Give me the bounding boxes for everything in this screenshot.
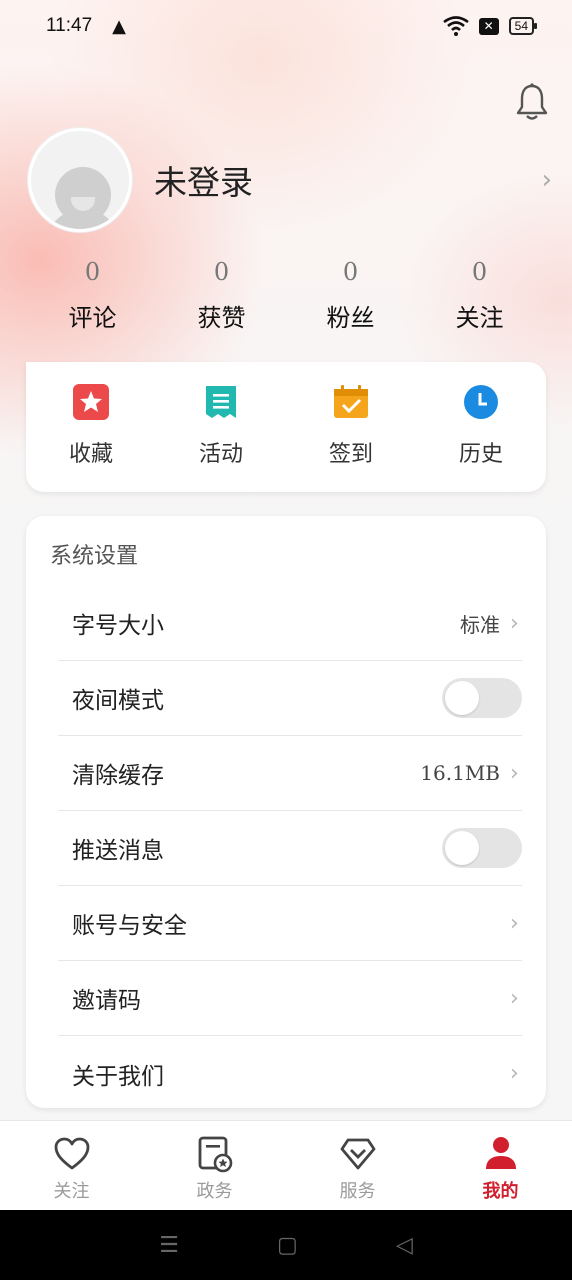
status-time: 11:47 [46, 15, 93, 36]
setting-label: 关于我们 [72, 1063, 164, 1090]
avatar[interactable] [28, 128, 132, 232]
quick-actions-card: 收藏 活动 签到 历史 [26, 362, 546, 492]
setting-push-messages: 推送消息 [58, 811, 522, 886]
menu-icon[interactable]: ☰ [159, 1233, 179, 1258]
bottom-tab-bar: 关注 政务 服务 我的 [0, 1120, 572, 1210]
stat-label: 关注 [455, 304, 504, 332]
tab-label: 我的 [482, 1181, 519, 1202]
profile-row[interactable]: 未登录 › [28, 128, 552, 232]
tab-label: 服务 [339, 1181, 376, 1202]
stat-label: 评论 [68, 304, 117, 332]
chevron-right-icon: › [541, 165, 552, 195]
calendar-check-icon [333, 384, 369, 420]
quick-action-checkin[interactable]: 签到 [286, 362, 416, 492]
chevron-right-icon: › [510, 1061, 519, 1086]
settings-title: 系统设置 [50, 544, 139, 569]
settings-card: 系统设置 字号大小 标准 › 夜间模式 清除缓存 16.1MB › 推送消息 账… [26, 516, 546, 1108]
stat-number: 0 [342, 258, 359, 286]
setting-label: 清除缓存 [72, 763, 164, 789]
setting-font-size[interactable]: 字号大小 标准 › [58, 586, 522, 661]
toggle-knob [445, 681, 479, 715]
stat-label: 获赞 [197, 304, 246, 332]
quick-action-label: 活动 [198, 442, 243, 467]
settings-list: 字号大小 标准 › 夜间模式 清除缓存 16.1MB › 推送消息 账号与安全 … [58, 586, 522, 1111]
quick-action-label: 签到 [328, 442, 373, 467]
system-nav-bar: ☰ ▢ ◁ [0, 1210, 572, 1280]
stat-fans[interactable]: 0 粉丝 [286, 252, 415, 333]
setting-label: 邀请码 [72, 988, 141, 1014]
setting-clear-cache[interactable]: 清除缓存 16.1MB › [58, 736, 522, 811]
star-icon [73, 384, 109, 420]
stats-row: 0 评论 0 获赞 0 粉丝 0 关注 [28, 252, 544, 333]
quick-action-history[interactable]: 历史 [416, 362, 546, 492]
chevron-right-icon: › [510, 910, 519, 936]
quick-action-favorites[interactable]: 收藏 [26, 362, 156, 492]
back-icon[interactable]: ◁ [396, 1233, 413, 1258]
tab-label: 政务 [196, 1181, 233, 1202]
status-bar: 11:47 ▲ ✕ 54 [0, 0, 572, 52]
chevron-right-icon: › [510, 760, 519, 786]
tab-gov-affairs[interactable]: 政务 [143, 1121, 286, 1210]
diamond-icon [339, 1135, 377, 1173]
tab-follow[interactable]: 关注 [0, 1121, 143, 1210]
setting-label: 账号与安全 [72, 913, 187, 939]
push-messages-toggle[interactable] [442, 828, 522, 868]
login-status-text[interactable]: 未登录 [154, 156, 253, 204]
status-icons: ✕ 54 [442, 16, 538, 36]
no-sim-icon: ✕ [478, 17, 499, 35]
tab-label: 关注 [53, 1181, 90, 1202]
cache-size-value: 16.1MB [420, 761, 500, 785]
document-icon [203, 384, 239, 420]
setting-label: 夜间模式 [72, 688, 164, 714]
setting-value: 标准 [460, 612, 500, 637]
stat-number: 0 [213, 258, 230, 286]
chevron-right-icon: › [510, 985, 519, 1011]
heart-icon [53, 1135, 91, 1173]
wifi-icon [442, 16, 469, 36]
avatar-head-shape [55, 167, 111, 223]
tab-mine[interactable]: 我的 [429, 1121, 572, 1210]
battery-icon: 54 [508, 17, 538, 35]
quick-action-activities[interactable]: 活动 [156, 362, 286, 492]
stat-comments[interactable]: 0 评论 [28, 252, 157, 333]
bell-icon[interactable] [514, 82, 550, 122]
clock-icon [463, 384, 499, 420]
setting-night-mode: 夜间模式 [58, 661, 522, 736]
toggle-knob [445, 831, 479, 865]
warning-icon: ▲ [112, 15, 126, 37]
stat-number: 0 [471, 258, 488, 286]
setting-account-security[interactable]: 账号与安全 › [58, 886, 522, 961]
quick-action-label: 历史 [458, 442, 503, 467]
setting-label: 推送消息 [72, 838, 164, 864]
stat-label: 粉丝 [326, 304, 375, 332]
person-icon [482, 1135, 520, 1173]
stat-following[interactable]: 0 关注 [415, 252, 544, 333]
stat-number: 0 [84, 258, 101, 286]
tab-services[interactable]: 服务 [286, 1121, 429, 1210]
setting-invite-code[interactable]: 邀请码 › [58, 961, 522, 1036]
gov-affairs-icon [196, 1135, 234, 1173]
night-mode-toggle[interactable] [442, 678, 522, 718]
quick-action-label: 收藏 [68, 442, 113, 467]
setting-label: 字号大小 [72, 613, 164, 639]
stat-likes[interactable]: 0 获赞 [157, 252, 286, 333]
setting-about-us[interactable]: 关于我们 › [58, 1036, 522, 1111]
home-icon[interactable]: ▢ [277, 1233, 298, 1258]
chevron-right-icon: › [510, 610, 519, 636]
